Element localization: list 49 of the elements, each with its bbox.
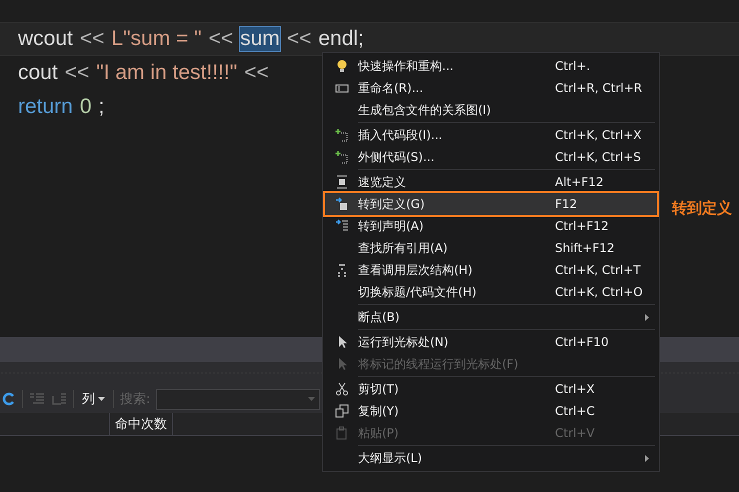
menu-item[interactable]: 断点(B) [325,306,657,328]
menu-item[interactable]: 重命名(R)... Ctrl+R, Ctrl+R [325,77,657,99]
code-token: wcout [18,27,73,51]
menu-item[interactable]: 剪切(T) Ctrl+X [325,378,657,400]
insert-snippet-icon [334,128,348,142]
caret-icon [98,397,105,401]
code-token: return [18,95,73,119]
copy-icon [334,404,348,418]
menu-item[interactable]: 切换标题/代码文件(H) Ctrl+K, Ctrl+O [325,281,657,303]
code-token: endl; [318,27,364,51]
menu-item[interactable]: 查看调用层次结构(H) Ctrl+K, Ctrl+T [325,259,657,281]
code-token: << [80,27,104,51]
lightbulb-icon [334,59,348,73]
code-token: cout [18,61,58,85]
code-token: << [286,27,312,51]
indent-icon[interactable] [29,392,45,406]
search-label: 搜索: [120,391,150,408]
code-token: L"sum = " [111,27,202,51]
code-token: sum [240,27,280,51]
menu-item[interactable]: 快速操作和重构... Ctrl+. [325,55,657,77]
menu-item[interactable]: 查找所有引用(A) Shift+F12 [325,237,657,259]
surround-code-icon [334,150,348,164]
code-token: 0 [80,95,92,119]
menu-item[interactable]: 大纲显示(L) [325,447,657,469]
callout-label: 转到定义 [672,199,732,218]
menu-item[interactable]: 外侧代码(S)... Ctrl+K, Ctrl+S [325,146,657,168]
scissors-icon [334,382,348,396]
code-token: "I am in test!!!!" [96,61,238,85]
go-to-definition-icon [334,197,348,211]
outdent-icon[interactable] [51,392,67,406]
menu-item[interactable]: 插入代码段(I)... Ctrl+K, Ctrl+X [325,124,657,146]
menu-item[interactable]: 速览定义 Alt+F12 [325,171,657,193]
menu-item[interactable]: 复制(Y) Ctrl+C [325,400,657,422]
menu-item[interactable]: 生成包含文件的关系图(I) [325,99,657,121]
search-field[interactable] [156,388,320,410]
caret-icon [308,397,316,401]
column-header[interactable]: 命中次数 [109,413,173,435]
menu-item[interactable]: 转到定义(G) F12 [325,193,657,215]
paste-icon [334,426,348,440]
peek-definition-icon [334,175,348,189]
go-to-declaration-icon [334,219,348,233]
menu-item[interactable]: 运行到光标处(N) Ctrl+F10 [325,331,657,353]
step-icon[interactable] [2,392,16,406]
code-token: << [64,61,90,85]
columns-dropdown[interactable]: 列 [80,390,107,408]
code-token: << [208,27,234,51]
code-token: ; [98,95,104,119]
code-token: << [244,61,269,85]
menu-item[interactable]: 转到声明(A) Ctrl+F12 [325,215,657,237]
